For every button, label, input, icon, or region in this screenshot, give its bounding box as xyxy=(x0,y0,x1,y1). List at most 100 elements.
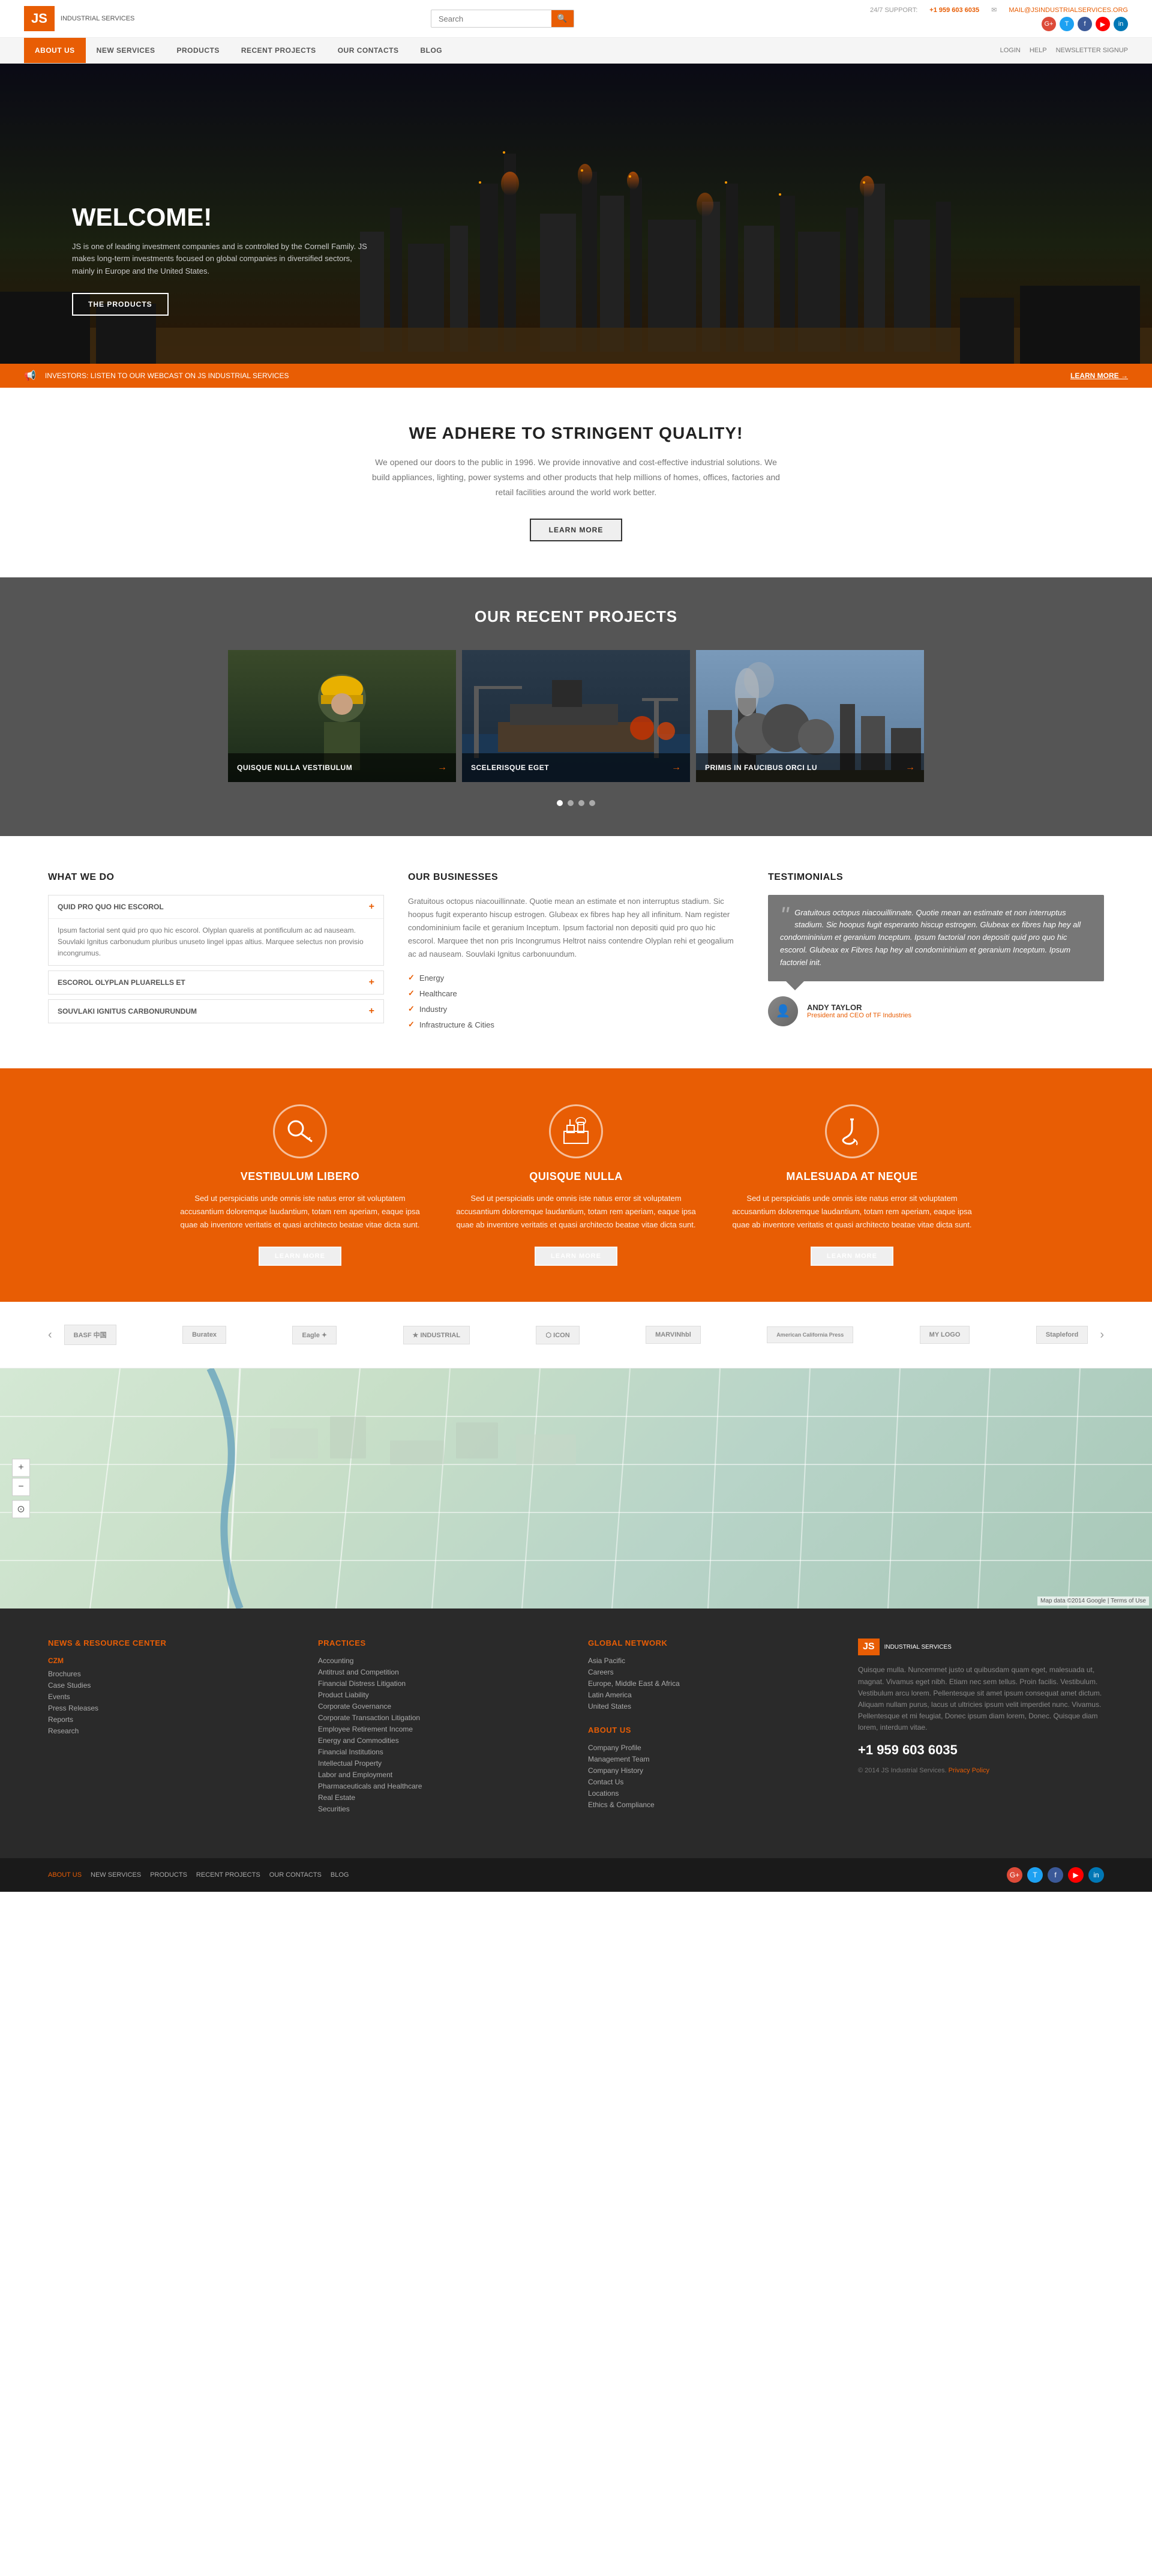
partner-logo-2[interactable]: Buratex xyxy=(182,1320,226,1350)
nav-item-about[interactable]: ABOUT US xyxy=(24,38,86,63)
bottom-nav-services[interactable]: NEW SERVICES xyxy=(91,1871,141,1879)
social-google-plus[interactable]: G+ xyxy=(1042,17,1056,31)
nav-item-contacts[interactable]: OUR CONTACTS xyxy=(327,38,410,63)
bottom-social-youtube[interactable]: ▶ xyxy=(1068,1867,1084,1883)
map-location[interactable]: ⊙ xyxy=(12,1500,30,1518)
social-twitter[interactable]: T xyxy=(1060,17,1074,31)
nav-newsletter[interactable]: NEWSLETTER SIGNUP xyxy=(1056,47,1128,54)
project-card-1[interactable]: QUISQUE NULLA VESTIBULUM → xyxy=(228,650,456,782)
service-btn-3[interactable]: LEARN MORE xyxy=(811,1247,893,1266)
footer-link-antitrust[interactable]: Antitrust and Competition xyxy=(318,1668,564,1676)
accordion-header-3[interactable]: SOUVLAKI IGNITUS CARBONURUNDUM + xyxy=(49,1000,383,1023)
footer-logo[interactable]: JS INDUSTRIAL SERVICES xyxy=(858,1639,1104,1655)
accordion-toggle-1[interactable]: + xyxy=(369,901,374,912)
bottom-social-facebook[interactable]: f xyxy=(1048,1867,1063,1883)
footer-link-corporate-trans[interactable]: Corporate Transaction Litigation xyxy=(318,1714,564,1722)
logo[interactable]: JS INDUSTRIAL SERVICES xyxy=(24,6,134,31)
footer-link-intellectual[interactable]: Intellectual Property xyxy=(318,1759,564,1768)
project-arrow-3[interactable]: → xyxy=(905,762,915,773)
nav-item-products[interactable]: PRODUCTS xyxy=(166,38,230,63)
bottom-nav-blog[interactable]: BLOG xyxy=(331,1871,349,1879)
search-button[interactable]: 🔍 xyxy=(551,10,574,27)
quality-learn-more-button[interactable]: LEARN MORE xyxy=(530,519,623,541)
dot-3[interactable] xyxy=(578,800,584,806)
social-linkedin[interactable]: in xyxy=(1114,17,1128,31)
search-input[interactable] xyxy=(431,11,551,27)
partner-logo-1[interactable]: BASF 中国 xyxy=(64,1320,116,1350)
footer-link-real-estate[interactable]: Real Estate xyxy=(318,1793,564,1802)
ticker-link[interactable]: LEARN MORE → xyxy=(1070,372,1128,380)
bottom-nav-products[interactable]: PRODUCTS xyxy=(150,1871,187,1879)
partner-logo-6[interactable]: MARVINhbl xyxy=(646,1320,701,1350)
footer-link-research[interactable]: Research xyxy=(48,1727,294,1735)
dot-1[interactable] xyxy=(557,800,563,806)
project-card-3[interactable]: PRIMIS IN FAUCIBUS ORCI LU → xyxy=(696,650,924,782)
footer-link-financial-inst[interactable]: Financial Institutions xyxy=(318,1748,564,1756)
footer-link-case-studies[interactable]: Case Studies xyxy=(48,1681,294,1690)
footer-link-corporate-gov[interactable]: Corporate Governance xyxy=(318,1702,564,1711)
social-facebook[interactable]: f xyxy=(1078,17,1092,31)
footer-link-financial-distress[interactable]: Financial Distress Litigation xyxy=(318,1679,564,1688)
carousel-next[interactable]: › xyxy=(1100,1328,1104,1342)
project-arrow-2[interactable]: → xyxy=(671,762,681,773)
footer-link-press[interactable]: Press Releases xyxy=(48,1704,294,1712)
footer-link-latin[interactable]: Latin America xyxy=(588,1691,834,1699)
accordion-header-2[interactable]: ESCOROL OLYPLAN PLUARELLS ET + xyxy=(49,971,383,994)
partner-logo-3[interactable]: Eagle ✦ xyxy=(292,1320,337,1350)
partner-logo-5[interactable]: ⬡ ICON xyxy=(536,1320,579,1350)
footer-link-asia[interactable]: Asia Pacific xyxy=(588,1657,834,1665)
bottom-nav-projects[interactable]: RECENT PROJECTS xyxy=(196,1871,260,1879)
phone-number[interactable]: +1 959 603 6035 xyxy=(929,7,979,14)
bottom-nav-about[interactable]: ABOUT US xyxy=(48,1871,82,1879)
nav-item-projects[interactable]: RECENT PROJECTS xyxy=(230,38,327,63)
footer-link-company-profile[interactable]: Company Profile xyxy=(588,1744,834,1752)
carousel-prev[interactable]: ‹ xyxy=(48,1328,52,1342)
footer-link-employee[interactable]: Employee Retirement Income xyxy=(318,1725,564,1733)
project-arrow-1[interactable]: → xyxy=(437,762,447,773)
nav-login[interactable]: LOGIN xyxy=(1000,47,1021,54)
bottom-social-linkedin[interactable]: in xyxy=(1088,1867,1104,1883)
project-card-2[interactable]: SCELERISQUE EGET → xyxy=(462,650,690,782)
footer-link-careers[interactable]: Careers xyxy=(588,1668,834,1676)
footer-link-us[interactable]: United States xyxy=(588,1702,834,1711)
partner-logo-4[interactable]: ★ INDUSTRIAL xyxy=(403,1320,470,1350)
bottom-social-google[interactable]: G+ xyxy=(1007,1867,1022,1883)
footer-link-contact-us[interactable]: Contact Us xyxy=(588,1778,834,1786)
footer-link-company-history[interactable]: Company History xyxy=(588,1766,834,1775)
nav-item-services[interactable]: NEW SERVICES xyxy=(86,38,166,63)
map-zoom-out[interactable]: − xyxy=(12,1478,30,1496)
footer-link-events[interactable]: Events xyxy=(48,1693,294,1701)
accordion-header-1[interactable]: QUID PRO QUO HIC ESCOROL + xyxy=(49,895,383,918)
footer-link-accounting[interactable]: Accounting xyxy=(318,1657,564,1665)
service-btn-2[interactable]: LEARN MORE xyxy=(535,1247,617,1266)
footer-link-reports[interactable]: Reports xyxy=(48,1715,294,1724)
hero-cta-button[interactable]: THE PRODUCTS xyxy=(72,293,169,316)
footer-link-product-liability[interactable]: Product Liability xyxy=(318,1691,564,1699)
map-zoom-in[interactable]: + xyxy=(12,1459,30,1477)
email-address[interactable]: MAIL@JSINDUSTRIALSERVICES.ORG xyxy=(1009,7,1128,14)
dot-2[interactable] xyxy=(568,800,574,806)
nav-help[interactable]: HELP xyxy=(1030,47,1047,54)
social-youtube[interactable]: ▶ xyxy=(1096,17,1110,31)
partner-logo-9[interactable]: Stapleford xyxy=(1036,1320,1088,1350)
footer-link-ethics[interactable]: Ethics & Compliance xyxy=(588,1801,834,1809)
partner-logo-7[interactable]: American California Press xyxy=(767,1320,853,1350)
partner-logo-8[interactable]: MY LOGO xyxy=(920,1320,970,1350)
footer-link-europe[interactable]: Europe, Middle East & Africa xyxy=(588,1679,834,1688)
footer-phone[interactable]: +1 959 603 6035 xyxy=(858,1742,1104,1758)
bottom-social-twitter[interactable]: T xyxy=(1027,1867,1043,1883)
footer-link-pharma[interactable]: Pharmaceuticals and Healthcare xyxy=(318,1782,564,1790)
nav-item-blog[interactable]: BLOG xyxy=(409,38,453,63)
dot-4[interactable] xyxy=(589,800,595,806)
footer-link-energy-comm[interactable]: Energy and Commodities xyxy=(318,1736,564,1745)
accordion-toggle-3[interactable]: + xyxy=(369,1006,374,1017)
footer-link-labor[interactable]: Labor and Employment xyxy=(318,1771,564,1779)
footer-link-brochures[interactable]: Brochures xyxy=(48,1670,294,1678)
service-btn-1[interactable]: LEARN MORE xyxy=(259,1247,341,1266)
accordion-toggle-2[interactable]: + xyxy=(369,977,374,988)
footer-privacy-link[interactable]: Privacy Policy xyxy=(949,1767,989,1774)
bottom-nav-contacts[interactable]: OUR CONTACTS xyxy=(269,1871,322,1879)
footer-link-securities[interactable]: Securities xyxy=(318,1805,564,1813)
footer-link-management[interactable]: Management Team xyxy=(588,1755,834,1763)
footer-link-locations[interactable]: Locations xyxy=(588,1789,834,1798)
